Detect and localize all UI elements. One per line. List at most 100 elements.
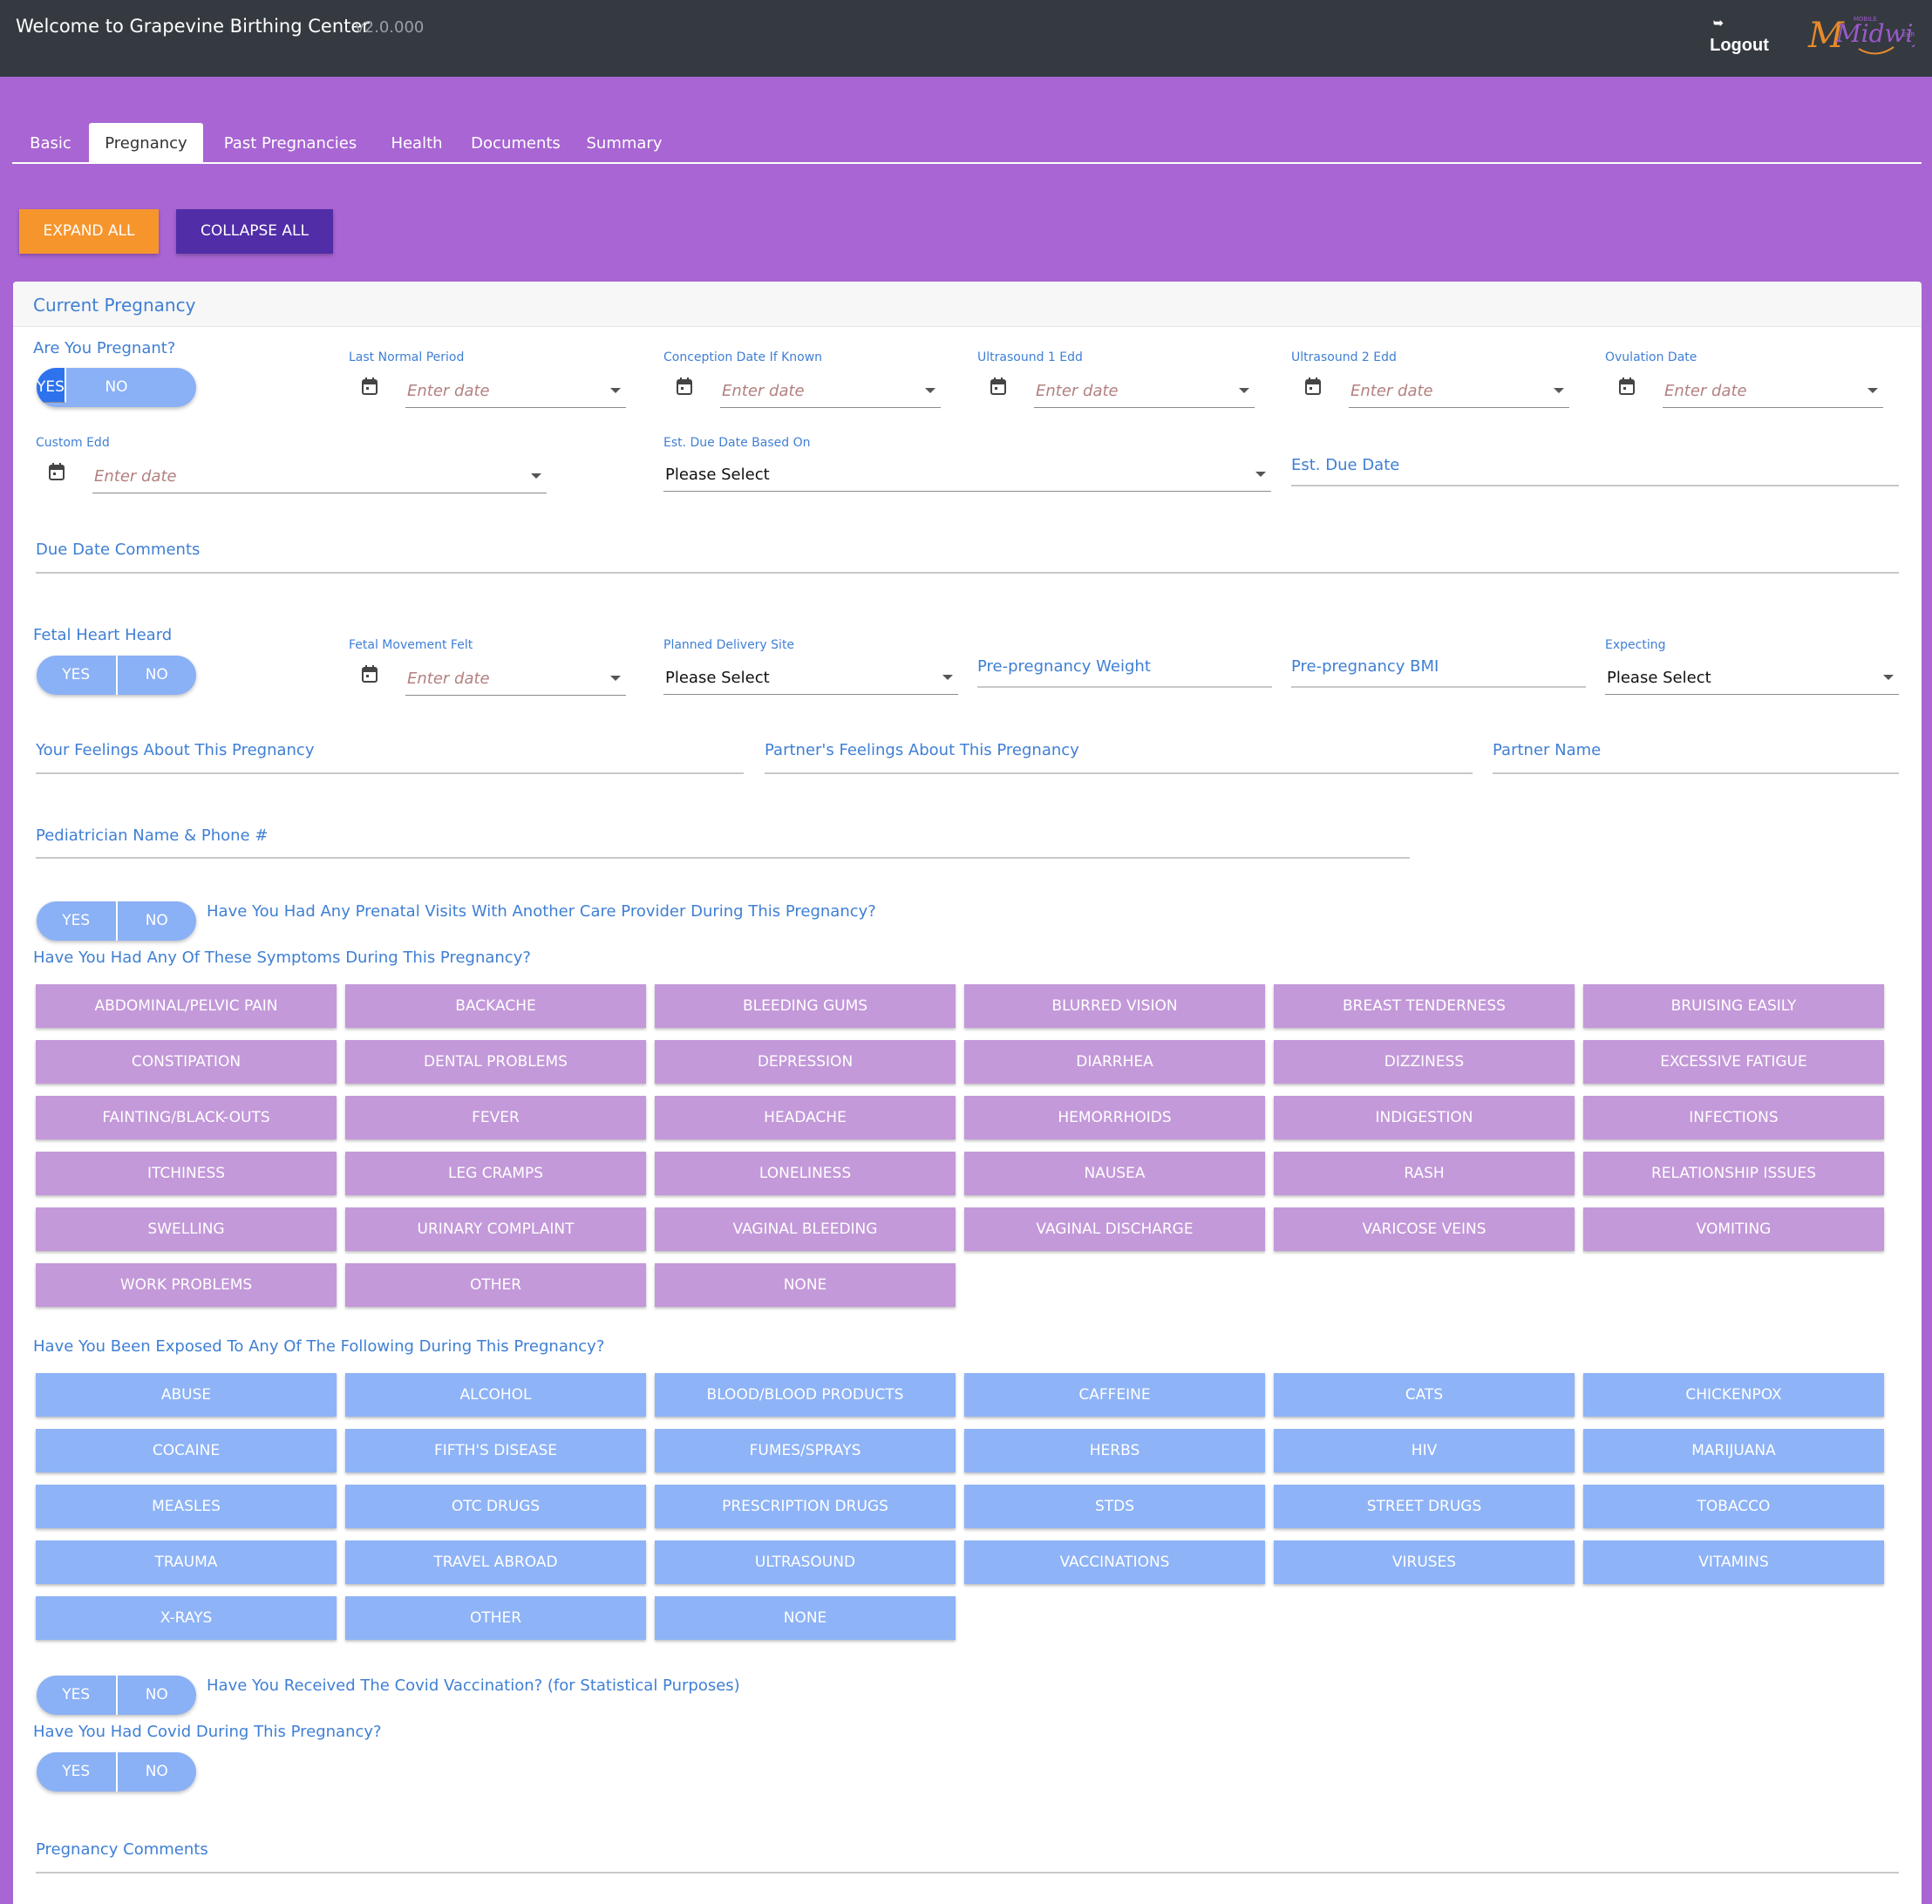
custom-edd-date[interactable]: Enter date <box>49 459 547 493</box>
logout-button[interactable]: ➥ Logout <box>1704 16 1774 56</box>
tab-health[interactable]: Health <box>378 123 456 164</box>
est-due-based-on-select[interactable]: Please Select <box>663 457 1271 492</box>
symptom-option[interactable]: HEMORRHOIDS <box>964 1096 1265 1139</box>
symptom-option[interactable]: BREAST TENDERNESS <box>1274 984 1575 1028</box>
symptom-option[interactable]: DENTAL PROBLEMS <box>345 1040 646 1084</box>
exposure-option[interactable]: VITAMINS <box>1583 1540 1884 1584</box>
calendar-icon[interactable] <box>677 377 692 395</box>
symptom-option[interactable]: SWELLING <box>36 1207 337 1251</box>
calendar-icon[interactable] <box>990 377 1006 395</box>
exposure-option[interactable]: MEASLES <box>36 1485 337 1528</box>
symptom-option[interactable]: BACKACHE <box>345 984 646 1028</box>
symptom-option[interactable]: VOMITING <box>1583 1207 1884 1251</box>
yes-button[interactable]: YES <box>37 368 66 403</box>
symptom-option[interactable]: WORK PROBLEMS <box>36 1263 337 1307</box>
collapse-all-button[interactable]: COLLAPSE ALL <box>176 209 333 254</box>
symptom-option[interactable]: VAGINAL BLEEDING <box>655 1207 956 1251</box>
chevron-down-icon[interactable] <box>1867 388 1878 393</box>
yes-button[interactable]: YES <box>37 1676 118 1715</box>
fetal-movement-date[interactable]: Enter date <box>362 661 626 696</box>
exposure-option[interactable]: VACCINATIONS <box>964 1540 1265 1584</box>
exposure-option[interactable]: FUMES/SPRAYS <box>655 1429 956 1472</box>
expecting-select[interactable]: Please Select <box>1605 660 1899 695</box>
calendar-icon[interactable] <box>49 463 65 480</box>
tab-basic[interactable]: Basic <box>12 123 89 164</box>
tab-pregnancy[interactable]: Pregnancy <box>89 123 203 164</box>
ultrasound1-date[interactable]: Enter date <box>990 373 1255 408</box>
exposure-option[interactable]: HIV <box>1274 1429 1575 1472</box>
expand-all-button[interactable]: EXPAND ALL <box>19 209 159 254</box>
symptom-option[interactable]: HEADACHE <box>655 1096 956 1139</box>
symptom-option[interactable]: FEVER <box>345 1096 646 1139</box>
symptom-option[interactable]: ABDOMINAL/PELVIC PAIN <box>36 984 337 1028</box>
tab-documents[interactable]: Documents <box>456 123 575 164</box>
exposure-option[interactable]: TRAVEL ABROAD <box>345 1540 646 1584</box>
symptom-option[interactable]: FAINTING/BLACK-OUTS <box>36 1096 337 1139</box>
exposure-option[interactable]: COCAINE <box>36 1429 337 1472</box>
exposure-option[interactable]: CATS <box>1274 1373 1575 1417</box>
chevron-down-icon[interactable] <box>531 473 541 479</box>
symptom-option[interactable]: EXCESSIVE FATIGUE <box>1583 1040 1884 1084</box>
chevron-down-icon[interactable] <box>610 388 621 393</box>
planned-site-select[interactable]: Please Select <box>663 660 958 695</box>
exposure-option[interactable]: STREET DRUGS <box>1274 1485 1575 1528</box>
calendar-icon[interactable] <box>362 665 378 683</box>
calendar-icon[interactable] <box>1619 377 1635 395</box>
exposure-option[interactable]: MARIJUANA <box>1583 1429 1884 1472</box>
symptom-option[interactable]: DEPRESSION <box>655 1040 956 1084</box>
partner-feelings-input[interactable] <box>765 772 1473 774</box>
exposure-option[interactable]: ALCOHOL <box>345 1373 646 1417</box>
exposure-option[interactable]: ULTRASOUND <box>655 1540 956 1584</box>
exposure-option[interactable]: TOBACCO <box>1583 1485 1884 1528</box>
symptom-option[interactable]: LONELINESS <box>655 1152 956 1195</box>
exposure-option[interactable]: BLOOD/BLOOD PRODUCTS <box>655 1373 956 1417</box>
last-normal-period-date[interactable]: Enter date <box>362 373 626 408</box>
tab-summary[interactable]: Summary <box>575 123 673 164</box>
no-button[interactable]: NO <box>117 656 196 695</box>
due-date-comments-input[interactable] <box>36 572 1899 574</box>
exposure-option[interactable]: PRESCRIPTION DRUGS <box>655 1485 956 1528</box>
conception-date[interactable]: Enter date <box>677 373 941 408</box>
exposure-option[interactable]: X-RAYS <box>36 1596 337 1640</box>
symptom-option[interactable]: CONSTIPATION <box>36 1040 337 1084</box>
exposure-option[interactable]: STDS <box>964 1485 1265 1528</box>
no-button[interactable]: NO <box>117 1752 196 1792</box>
chevron-down-icon[interactable] <box>1239 388 1249 393</box>
calendar-icon[interactable] <box>1305 377 1321 395</box>
exposure-option[interactable]: CAFFEINE <box>964 1373 1265 1417</box>
symptom-option[interactable]: VARICOSE VEINS <box>1274 1207 1575 1251</box>
symptom-option[interactable]: RELATIONSHIP ISSUES <box>1583 1152 1884 1195</box>
symptom-option[interactable]: DIZZINESS <box>1274 1040 1575 1084</box>
yes-button[interactable]: YES <box>37 1752 118 1792</box>
card-header[interactable]: Current Pregnancy <box>13 282 1922 327</box>
symptom-option[interactable]: INDIGESTION <box>1274 1096 1575 1139</box>
symptom-option[interactable]: OTHER <box>345 1263 646 1307</box>
est-due-date-input[interactable] <box>1291 485 1899 486</box>
yes-button[interactable]: YES <box>37 901 118 941</box>
exposure-option[interactable]: TRAUMA <box>36 1540 337 1584</box>
exposure-option[interactable]: CHICKENPOX <box>1583 1373 1884 1417</box>
chevron-down-icon[interactable] <box>1554 388 1564 393</box>
calendar-icon[interactable] <box>362 377 378 395</box>
pre-bmi-input[interactable] <box>1291 686 1586 688</box>
symptom-option[interactable]: ITCHINESS <box>36 1152 337 1195</box>
partner-name-input[interactable] <box>1493 772 1899 774</box>
symptom-option[interactable]: BLEEDING GUMS <box>655 984 956 1028</box>
pregnancy-comments-input[interactable] <box>36 1872 1899 1873</box>
chevron-down-icon[interactable] <box>925 388 935 393</box>
symptom-option[interactable]: VAGINAL DISCHARGE <box>964 1207 1265 1251</box>
chevron-down-icon[interactable] <box>610 676 621 681</box>
pre-weight-input[interactable] <box>977 686 1272 688</box>
symptom-option[interactable]: BLURRED VISION <box>964 984 1265 1028</box>
exposure-option[interactable]: OTHER <box>345 1596 646 1640</box>
symptom-option[interactable]: URINARY COMPLAINT <box>345 1207 646 1251</box>
symptom-option[interactable]: LEG CRAMPS <box>345 1152 646 1195</box>
exposure-option[interactable]: OTC DRUGS <box>345 1485 646 1528</box>
symptom-option[interactable]: NAUSEA <box>964 1152 1265 1195</box>
no-button[interactable]: NO <box>117 901 196 941</box>
no-button[interactable]: NO <box>117 1676 196 1715</box>
exposure-option[interactable]: VIRUSES <box>1274 1540 1575 1584</box>
exposure-option[interactable]: ABUSE <box>36 1373 337 1417</box>
yes-button[interactable]: YES <box>37 656 118 695</box>
symptom-option[interactable]: NONE <box>655 1263 956 1307</box>
